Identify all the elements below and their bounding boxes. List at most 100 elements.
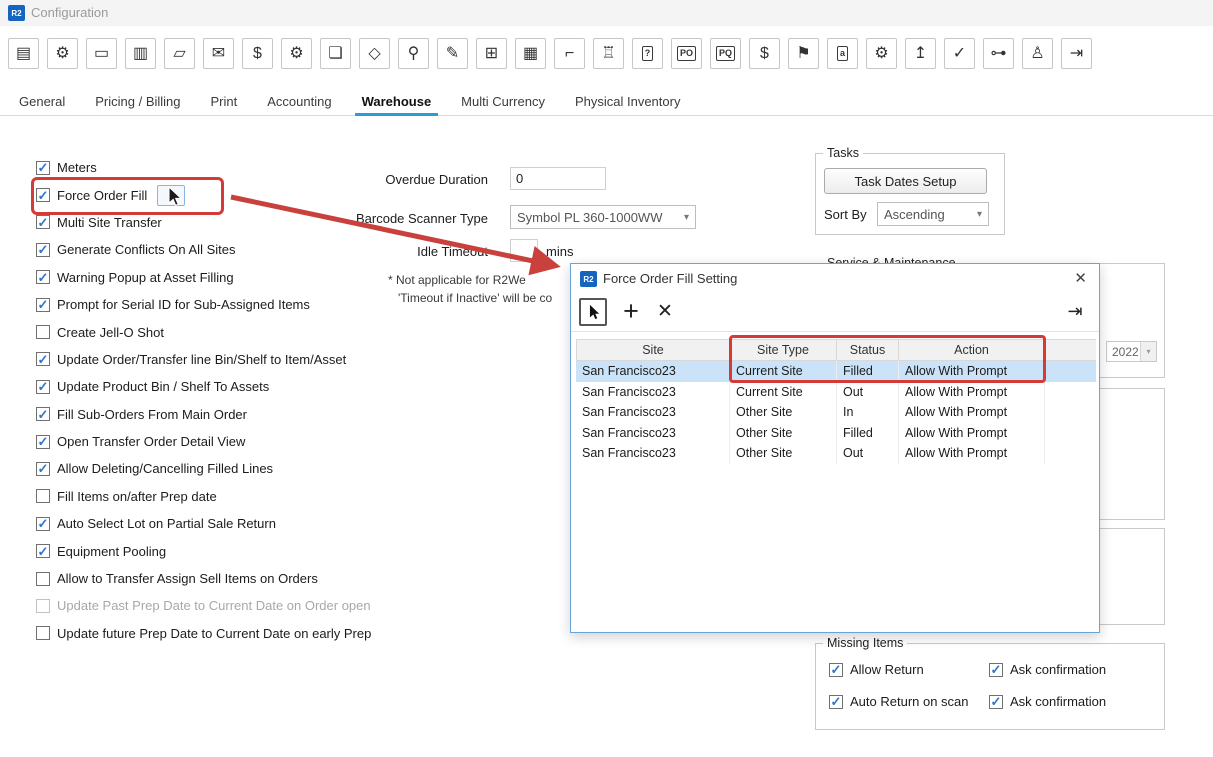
folder-button[interactable]: ❏ [320,38,351,69]
checkbox-ask-confirmation-1[interactable]: ✓ [989,663,1003,677]
checkbox-auto-select-lot-on-partial-sale-return[interactable]: ✓ [36,517,50,531]
sort-by-select[interactable]: Ascending ▾ [877,202,989,226]
shield-dollar-button[interactable]: $ [749,38,780,69]
address-book-button[interactable]: a [827,38,858,69]
dialog-table: SiteSite TypeStatusActionSan Francisco23… [576,339,1096,464]
cell-status: Out [837,443,899,464]
table-row-4[interactable]: San Francisco23Other SiteOutAllow With P… [576,443,1096,464]
tab-warehouse[interactable]: Warehouse [347,88,447,115]
checkbox-fill-items-on-after-prep-date[interactable] [36,489,50,503]
tab-pricing-billing[interactable]: Pricing / Billing [80,88,195,115]
settings-icon: ⚙ [55,46,69,62]
missing-items-group: Missing Items ✓Allow Return✓Ask confirma… [815,643,1165,730]
overdue-duration-input[interactable] [510,167,606,190]
year-value: 2022 [1107,342,1140,361]
table-header-row: SiteSite TypeStatusAction [576,339,1096,361]
column-header-site-type[interactable]: Site Type [730,340,837,360]
table-row-0[interactable]: San Francisco23Current SiteFilledAllow W… [576,361,1096,382]
gear-doc-button[interactable]: ⚙ [866,38,897,69]
dialog-exit-button[interactable]: ⇥ [1061,298,1089,325]
option-fill-items-on-after-prep-date: Fill Items on/after Prep date [36,483,466,510]
tab-accounting[interactable]: Accounting [252,88,346,115]
checkbox-meters[interactable]: ✓ [36,161,50,175]
save-button[interactable]: ▤ [8,38,39,69]
barcode-scanner-type-select[interactable]: Symbol PL 360-1000WW ▾ [510,205,696,229]
checkbox-update-product-bin-shelf-to-assets[interactable]: ✓ [36,380,50,394]
calendar-button[interactable]: ▦ [515,38,546,69]
settings-button[interactable]: ⚙ [47,38,78,69]
checkbox-auto-return-on-scan-2[interactable]: ✓ [829,695,843,709]
pq-button[interactable]: PQ [710,38,741,69]
label-prompt-for-serial-id-for-sub-assigned-items: Prompt for Serial ID for Sub-Assigned It… [57,297,310,312]
shield-check-button[interactable]: ✓ [944,38,975,69]
table-row-1[interactable]: San Francisco23Current SiteOutAllow With… [576,382,1096,403]
scanner-button[interactable]: ⌐ [554,38,585,69]
card-button[interactable]: ▭ [86,38,117,69]
search-settings-button[interactable]: ⚲ [398,38,429,69]
checkbox-generate-conflicts-on-all-sites[interactable]: ✓ [36,243,50,257]
year-select[interactable]: 2022 ▾ [1106,341,1157,362]
tag-button[interactable]: ◇ [359,38,390,69]
column-header-site[interactable]: Site [576,340,730,360]
force-order-fill-settings-button[interactable] [157,185,185,206]
card-icon: ▭ [94,46,109,62]
cell-action: Allow With Prompt [899,402,1045,423]
note-line-1: * Not applicable for R2We [388,273,526,287]
checkbox-update-future-prep-date-to-current-date-on-early-prep[interactable] [36,626,50,640]
overdue-duration-label: Overdue Duration [330,172,488,187]
table-row-2[interactable]: San Francisco23Other SiteInAllow With Pr… [576,402,1096,423]
delete-row-button[interactable]: ✕ [651,298,679,325]
upload-button[interactable]: ↥ [905,38,936,69]
module-settings-button[interactable]: ⚙ [281,38,312,69]
flag-button[interactable]: ⚑ [788,38,819,69]
checkbox-allow-to-transfer-assign-sell-items-on-orders[interactable] [36,572,50,586]
checkbox-warning-popup-at-asset-filling[interactable]: ✓ [36,270,50,284]
dialog-title: Force Order Fill Setting [603,264,737,294]
checkbox-ask-confirmation-3[interactable]: ✓ [989,695,1003,709]
tab-general[interactable]: General [4,88,80,115]
checkbox-fill-sub-orders-from-main-order[interactable]: ✓ [36,407,50,421]
idle-timeout-input[interactable] [510,239,538,262]
cell-site: San Francisco23 [576,361,730,382]
tab-multi-currency[interactable]: Multi Currency [446,88,560,115]
tab-bar: GeneralPricing / BillingPrintAccountingW… [0,88,1213,116]
print-button[interactable]: ▥ [125,38,156,69]
column-header-status[interactable]: Status [837,340,899,360]
currency-settings-button[interactable]: $ [242,38,273,69]
add-row-button[interactable]: + [617,296,645,326]
checkbox-force-order-fill[interactable]: ✓ [36,188,50,202]
help-button[interactable]: ? [632,38,663,69]
label-create-jell-o-shot: Create Jell-O Shot [57,325,164,340]
task-dates-setup-button[interactable]: Task Dates Setup [824,168,987,194]
calendar-icon: ▦ [523,46,538,62]
select-tool-button[interactable] [579,298,607,326]
tab-physical-inventory[interactable]: Physical Inventory [560,88,696,115]
checkbox-update-order-transfer-line-bin-shelf-to-item-asset[interactable]: ✓ [36,352,50,366]
key-button[interactable]: ⊶ [983,38,1014,69]
force-order-fill-dialog: R2 Force Order Fill Setting ✕ + ✕ ⇥ Site… [570,263,1100,633]
checkbox-allow-deleting-cancelling-filled-lines[interactable]: ✓ [36,462,50,476]
checkbox-multi-site-transfer[interactable]: ✓ [36,215,50,229]
checkbox-prompt-for-serial-id-for-sub-assigned-items[interactable]: ✓ [36,298,50,312]
missing-option-allow-return-0: ✓Allow Return [829,662,924,677]
shield-check-icon: ✓ [953,46,966,62]
user-badge-button[interactable]: ♙ [1022,38,1053,69]
mail-button[interactable]: ✉ [203,38,234,69]
checkbox-equipment-pooling[interactable]: ✓ [36,544,50,558]
po-button[interactable]: PO [671,38,702,69]
option-update-product-bin-shelf-to-assets: ✓Update Product Bin / Shelf To Assets [36,373,466,400]
header-filler [1045,340,1096,360]
brush-button[interactable]: ✎ [437,38,468,69]
logout-button[interactable]: ⇥ [1061,38,1092,69]
year-dropdown-button[interactable]: ▾ [1140,342,1156,361]
checkbox-create-jell-o-shot[interactable] [36,325,50,339]
bank-button[interactable]: ♖ [593,38,624,69]
grid-adjust-button[interactable]: ⊞ [476,38,507,69]
dialog-close-button[interactable]: ✕ [1074,264,1087,294]
column-header-action[interactable]: Action [899,340,1045,360]
table-row-3[interactable]: San Francisco23Other SiteFilledAllow Wit… [576,423,1096,444]
checkbox-open-transfer-order-detail-view[interactable]: ✓ [36,435,50,449]
tab-print[interactable]: Print [196,88,253,115]
truck-button[interactable]: ▱ [164,38,195,69]
checkbox-allow-return-0[interactable]: ✓ [829,663,843,677]
